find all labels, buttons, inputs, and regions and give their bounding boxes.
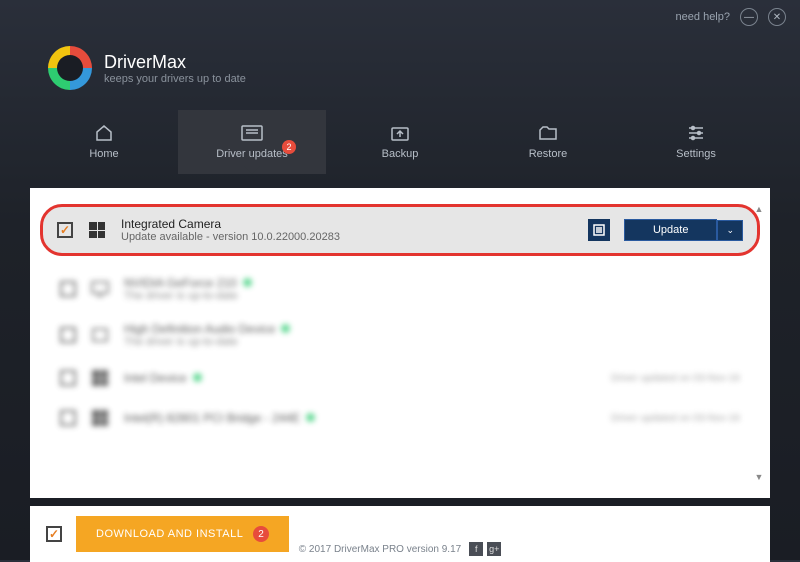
checkbox[interactable]: [60, 370, 76, 386]
device-status: The driver is up-to-date: [124, 290, 740, 302]
details-button[interactable]: [588, 219, 610, 241]
driver-row[interactable]: NVIDIA GeForce 210 The driver is up-to-d…: [46, 266, 754, 312]
nav-label: Settings: [676, 148, 716, 160]
nav-backup[interactable]: Backup: [326, 110, 474, 174]
driver-row[interactable]: High Definition Audio Device The driver …: [46, 312, 754, 358]
home-icon: [93, 124, 115, 142]
backup-icon: [389, 124, 411, 142]
help-link[interactable]: need help?: [676, 11, 730, 23]
device-name: Integrated Camera: [121, 217, 574, 231]
driver-row[interactable]: Intel(R) 82801 PCI Bridge - 244E Driver …: [46, 398, 754, 438]
monitor-icon: [90, 279, 110, 299]
scroll-down-icon[interactable]: ▼: [755, 472, 764, 482]
nav-home[interactable]: Home: [30, 110, 178, 174]
status-dot-icon: [281, 324, 290, 333]
copyright-text: © 2017 DriverMax PRO version 9.17: [299, 544, 461, 555]
close-button[interactable]: ✕: [768, 8, 786, 26]
audio-icon: [90, 325, 110, 345]
download-label: DOWNLOAD AND INSTALL: [96, 528, 243, 540]
nav-settings[interactable]: Settings: [622, 110, 770, 174]
app-title: DriverMax: [104, 52, 246, 73]
windows-icon: [90, 408, 110, 428]
device-name: Intel(R) 82801 PCI Bridge - 244E: [124, 411, 597, 425]
facebook-icon[interactable]: f: [469, 542, 483, 556]
driver-row[interactable]: Intel Device Driver updated on 03-Nov-16: [46, 358, 754, 398]
restore-icon: [537, 124, 559, 142]
nav-label: Driver updates: [216, 148, 288, 160]
update-button[interactable]: Update: [624, 219, 717, 241]
checkbox[interactable]: [60, 281, 76, 297]
status-dot-icon: [243, 278, 252, 287]
minimize-button[interactable]: —: [740, 8, 758, 26]
checkbox[interactable]: [60, 410, 76, 426]
nav-label: Restore: [529, 148, 568, 160]
status-dot-icon: [193, 373, 202, 382]
nav-driver-updates[interactable]: Driver updates 2: [178, 110, 326, 174]
main-nav: Home Driver updates 2 Backup Restore Set…: [0, 110, 800, 174]
status-dot-icon: [306, 413, 315, 422]
row-status: Driver updated on 03-Nov-16: [611, 373, 740, 384]
nav-label: Backup: [382, 148, 419, 160]
select-all-checkbox[interactable]: [46, 526, 62, 542]
device-name: NVIDIA GeForce 210: [124, 276, 740, 290]
device-name: High Definition Audio Device: [124, 322, 740, 336]
copyright-bar: © 2017 DriverMax PRO version 9.17 f g+: [0, 542, 800, 556]
windows-icon: [90, 368, 110, 388]
download-count-badge: 2: [253, 526, 269, 542]
device-name: Intel Device: [124, 371, 597, 385]
driver-row-highlighted[interactable]: Integrated Camera Update available - ver…: [40, 204, 760, 256]
google-plus-icon[interactable]: g+: [487, 542, 501, 556]
nav-label: Home: [89, 148, 118, 160]
update-dropdown[interactable]: ⌄: [717, 220, 743, 241]
scrollbar[interactable]: ▲ ▼: [752, 204, 766, 482]
driver-list: Integrated Camera Update available - ver…: [30, 188, 770, 498]
app-logo-icon: [48, 46, 92, 90]
app-header: DriverMax keeps your drivers up to date: [0, 34, 800, 110]
updates-icon: [241, 124, 263, 142]
device-status: Update available - version 10.0.22000.20…: [121, 231, 574, 243]
device-status: The driver is up-to-date: [124, 336, 740, 348]
updates-badge: 2: [282, 140, 296, 154]
checkbox[interactable]: [60, 327, 76, 343]
checkbox[interactable]: [57, 222, 73, 238]
scroll-up-icon[interactable]: ▲: [755, 204, 764, 214]
windows-icon: [87, 220, 107, 240]
settings-icon: [685, 124, 707, 142]
row-status: Driver updated on 03-Nov-16: [611, 413, 740, 424]
nav-restore[interactable]: Restore: [474, 110, 622, 174]
app-tagline: keeps your drivers up to date: [104, 73, 246, 85]
